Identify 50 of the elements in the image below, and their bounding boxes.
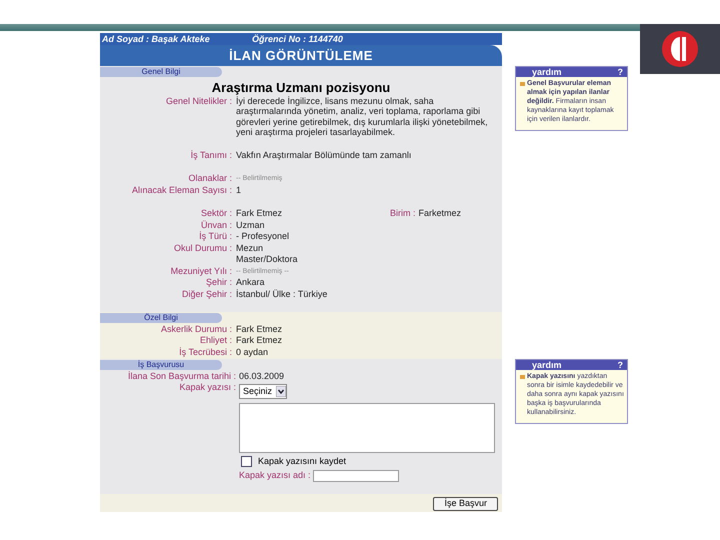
logo-icon <box>661 30 699 68</box>
field-label: Askerlik Durumu : <box>160 324 232 335</box>
apply-button[interactable]: İşe Başvur <box>433 496 498 510</box>
field-value: Fark Etmez <box>236 335 284 346</box>
checkbox-label: Kapak yazısını kaydet <box>258 456 346 468</box>
cover-letter-select[interactable]: Seçiniz <box>239 384 288 399</box>
field-label: Diğer Şehir : <box>180 288 232 300</box>
field-label: Şehir : <box>204 277 232 288</box>
bullet-icon <box>520 375 525 379</box>
caret-icon <box>276 386 286 397</box>
field-value: İyi derecede İngilizce, lisans mezunu olmak, saha araştırmalarında yönetim, analiz, veri toplama, raporlama gibi görevleri yerine getirebilmek, dış kurumlarla ilişki yönetebilmek, yeni araştırma projeleri tasarlayabilmek. <box>236 96 489 138</box>
field-value: Fark Etmez <box>236 208 284 220</box>
field-label: Alınacak Eleman Sayısı : <box>130 184 232 196</box>
help-title: yardım <box>532 67 562 77</box>
page-title: İLAN GÖRÜNTÜLEME <box>100 45 502 66</box>
field-label: Mezuniyet Yılı : <box>170 266 232 277</box>
help-mark: ? <box>618 360 623 370</box>
field-value: İstanbul/ Ülke : Türkiye <box>236 288 328 300</box>
help-mark: ? <box>618 67 623 77</box>
student-name: Ad Soyad : Başak Akteke <box>102 33 211 45</box>
field-value: Ankara <box>236 277 266 288</box>
student-number: Öğrenci No : 1144740 <box>252 33 343 45</box>
help-title: yardım <box>532 360 562 370</box>
bullet-icon <box>520 82 525 86</box>
field-label: İlana Son Başvurma tarihi : <box>126 370 236 382</box>
field-label: Okul Durumu : <box>172 242 232 254</box>
field-value: 0 aydan <box>236 346 270 358</box>
field-label: Ünvan : <box>200 220 232 231</box>
field-value: Farketmez <box>418 208 462 220</box>
field-label: Ehliyet : <box>198 335 232 346</box>
field-label: İş Tecrübesi : <box>178 346 232 358</box>
field-value: - Profesyonel <box>236 231 290 242</box>
field-value: 1 <box>236 184 242 196</box>
field-value: Uzman <box>236 220 266 231</box>
field-label: Birim : <box>390 208 416 220</box>
field-label: İş Türü : <box>198 231 232 242</box>
field-value: Fark Etmez <box>236 324 284 335</box>
field-label: Kapak yazısı adı : <box>239 470 311 482</box>
field-value: Mezun <box>236 242 264 254</box>
cover-letter-name-field[interactable] <box>312 470 399 482</box>
save-checkbox[interactable] <box>241 456 252 468</box>
field-label: Olanaklar : <box>187 173 232 184</box>
field-label: İş Tanımı : <box>190 150 232 161</box>
field-label: Kapak yazısı : <box>178 382 236 394</box>
field-value: Vakfın Araştırmalar Bölümünde tam zamanlı <box>236 150 412 161</box>
field-label: Sektör : <box>200 208 232 220</box>
field-label: Genel Nitelikler : <box>164 96 232 108</box>
field-value: 06.03.2009 <box>239 370 286 382</box>
position-title: Araştırma Uzmanı pozisyonu <box>210 80 392 94</box>
field-value: Master/Doktora <box>236 254 299 266</box>
